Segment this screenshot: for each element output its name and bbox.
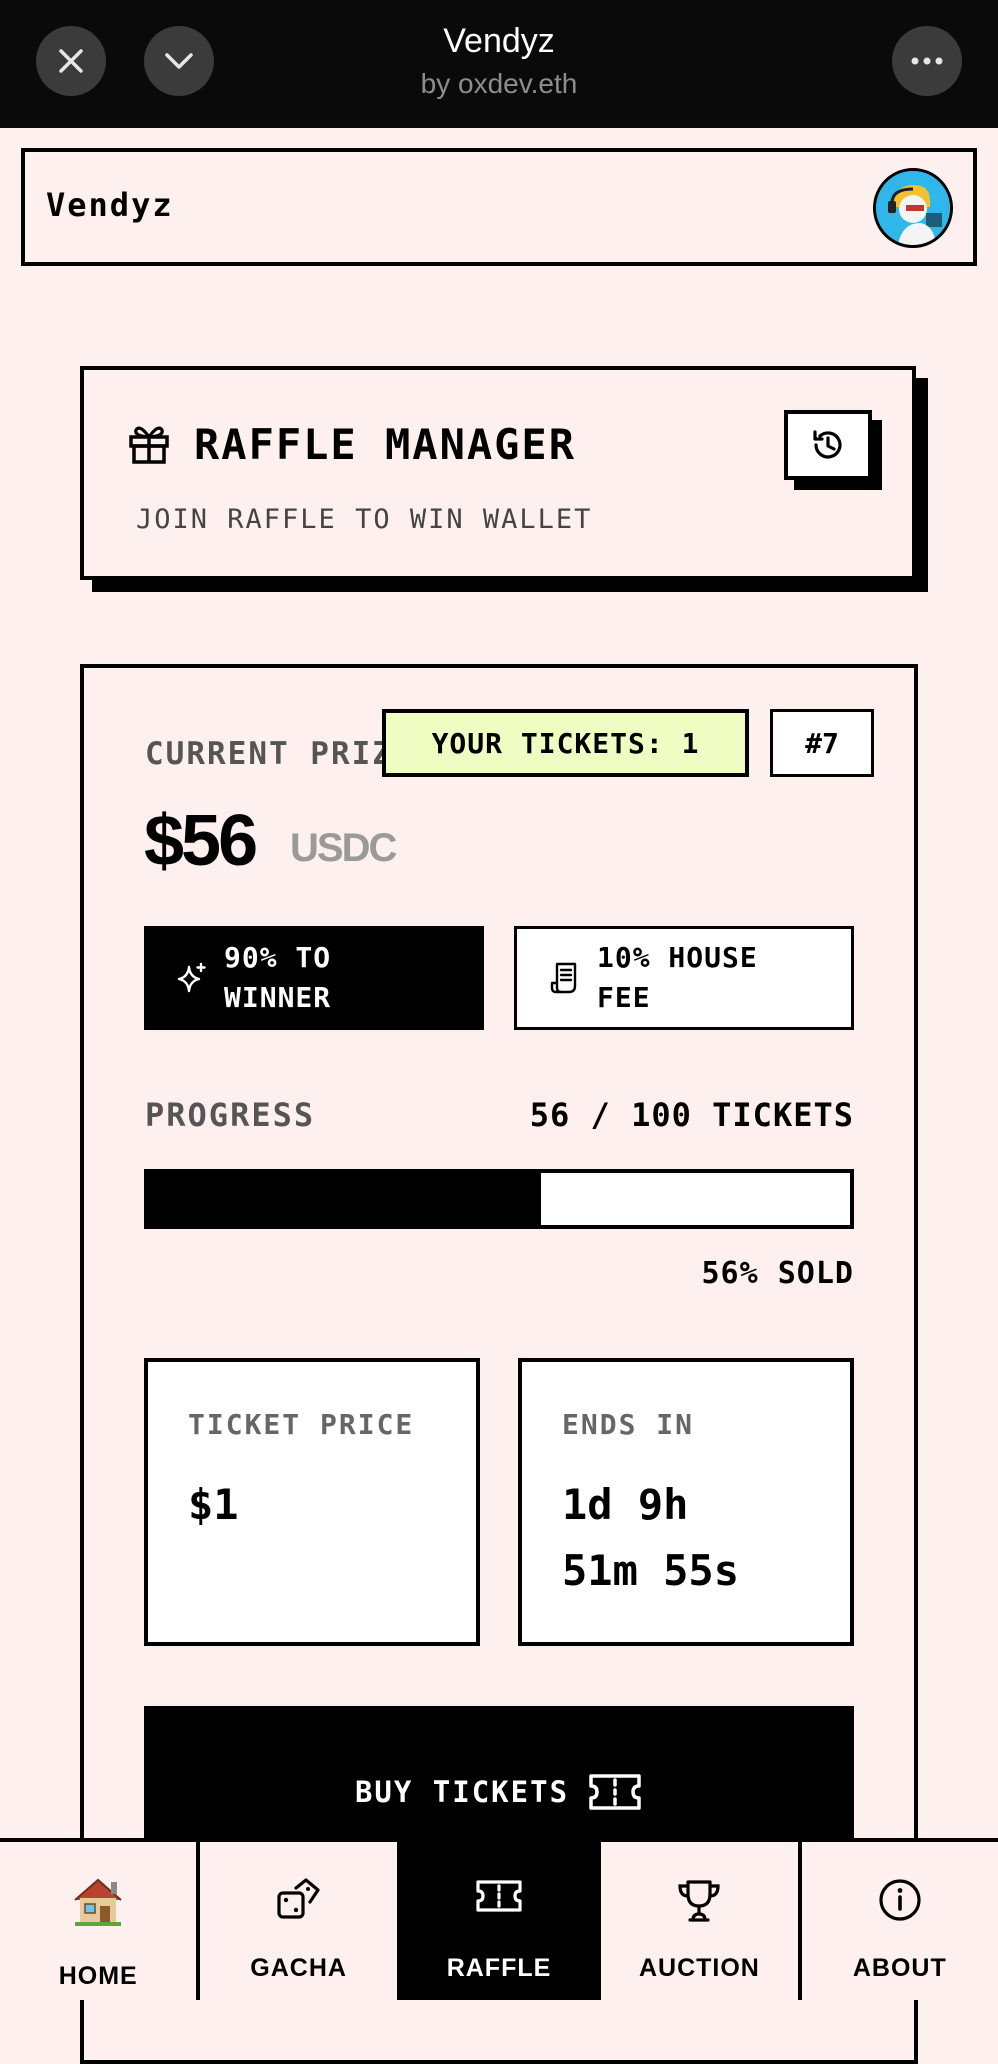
progress-label: PROGRESS [145,1096,316,1134]
ends-in-countdown: 1d 9h 51m 55s [562,1472,830,1604]
nav-item-auction[interactable]: AUCTION [601,1842,802,2000]
house-fee-box: 10% HOUSE FEE [514,926,854,1030]
nav-item-gacha[interactable]: GACHA [200,1842,401,2000]
ticket-price-label: TICKET PRICE [188,1408,415,1441]
receipt-icon [547,961,583,995]
winner-share-line2: WINNER [224,981,332,1014]
nav-item-home[interactable]: HOME [0,1842,201,2000]
countdown-line1: 1d 9h [562,1480,689,1529]
progress-bar-fill [148,1173,542,1225]
ticket-icon [401,1876,597,1916]
ticket-icon [587,1772,643,1812]
house-fee-line2: FEE [597,981,651,1014]
info-icon [802,1876,998,1924]
nav-item-raffle[interactable]: RAFFLE [400,1842,602,2000]
ends-in-label: ENDS IN [562,1408,695,1441]
profile-avatar[interactable] [873,168,953,248]
nav-label-about: ABOUT [852,1954,947,1982]
raffle-number-badge: #7 [770,709,874,777]
prize-unit: USDC [290,826,397,870]
ticket-price-value: $1 [188,1480,239,1529]
dice-icon [200,1876,396,1926]
house-icon [0,1874,196,1928]
more-options-button[interactable] [892,26,962,96]
prize-amount: $56 [144,801,258,881]
history-icon [813,430,842,459]
history-button[interactable] [784,410,872,480]
raffle-manager-title: RAFFLE MANAGER [194,420,577,469]
nav-label-home: HOME [58,1962,138,1990]
progress-count: 56 / 100 TICKETS [529,1096,854,1134]
winner-share-line1: 90% TO [224,941,332,974]
current-prize-label: CURRENT PRIZE [145,736,414,772]
nav-label-auction: AUCTION [638,1954,760,1982]
progress-bar [144,1169,854,1229]
raffle-manager-subtitle: JOIN RAFFLE TO WIN WALLET [136,504,593,535]
avatar-illustration-icon [876,171,950,245]
trophy-icon [601,1876,797,1926]
gift-icon [126,420,172,470]
app-title: Vendyz [443,22,555,60]
your-tickets-badge: YOUR TICKETS: 1 [382,709,749,777]
house-fee-line1: 10% HOUSE [597,941,758,974]
buy-tickets-label: BUY TICKETS [354,1775,570,1809]
percent-sold: 56% SOLD [701,1256,854,1291]
ellipsis-icon [911,57,943,65]
brand-name[interactable]: Vendyz [46,186,174,224]
ends-in-box: ENDS IN 1d 9h 51m 55s [518,1358,854,1646]
sparkle-icon [174,961,210,995]
nav-item-about[interactable]: ABOUT [802,1842,998,2000]
ticket-price-box: TICKET PRICE $1 [144,1358,480,1646]
nav-label-raffle: RAFFLE [446,1954,552,1982]
bottom-nav: HOME GACHA RAFFLE AUCTION ABOUT [0,1838,998,2000]
app-author: by oxdev.eth [420,68,578,99]
nav-label-gacha: GACHA [250,1954,347,1982]
winner-share-box: 90% TO WINNER [144,926,484,1030]
countdown-line2: 51m 55s [562,1546,740,1595]
